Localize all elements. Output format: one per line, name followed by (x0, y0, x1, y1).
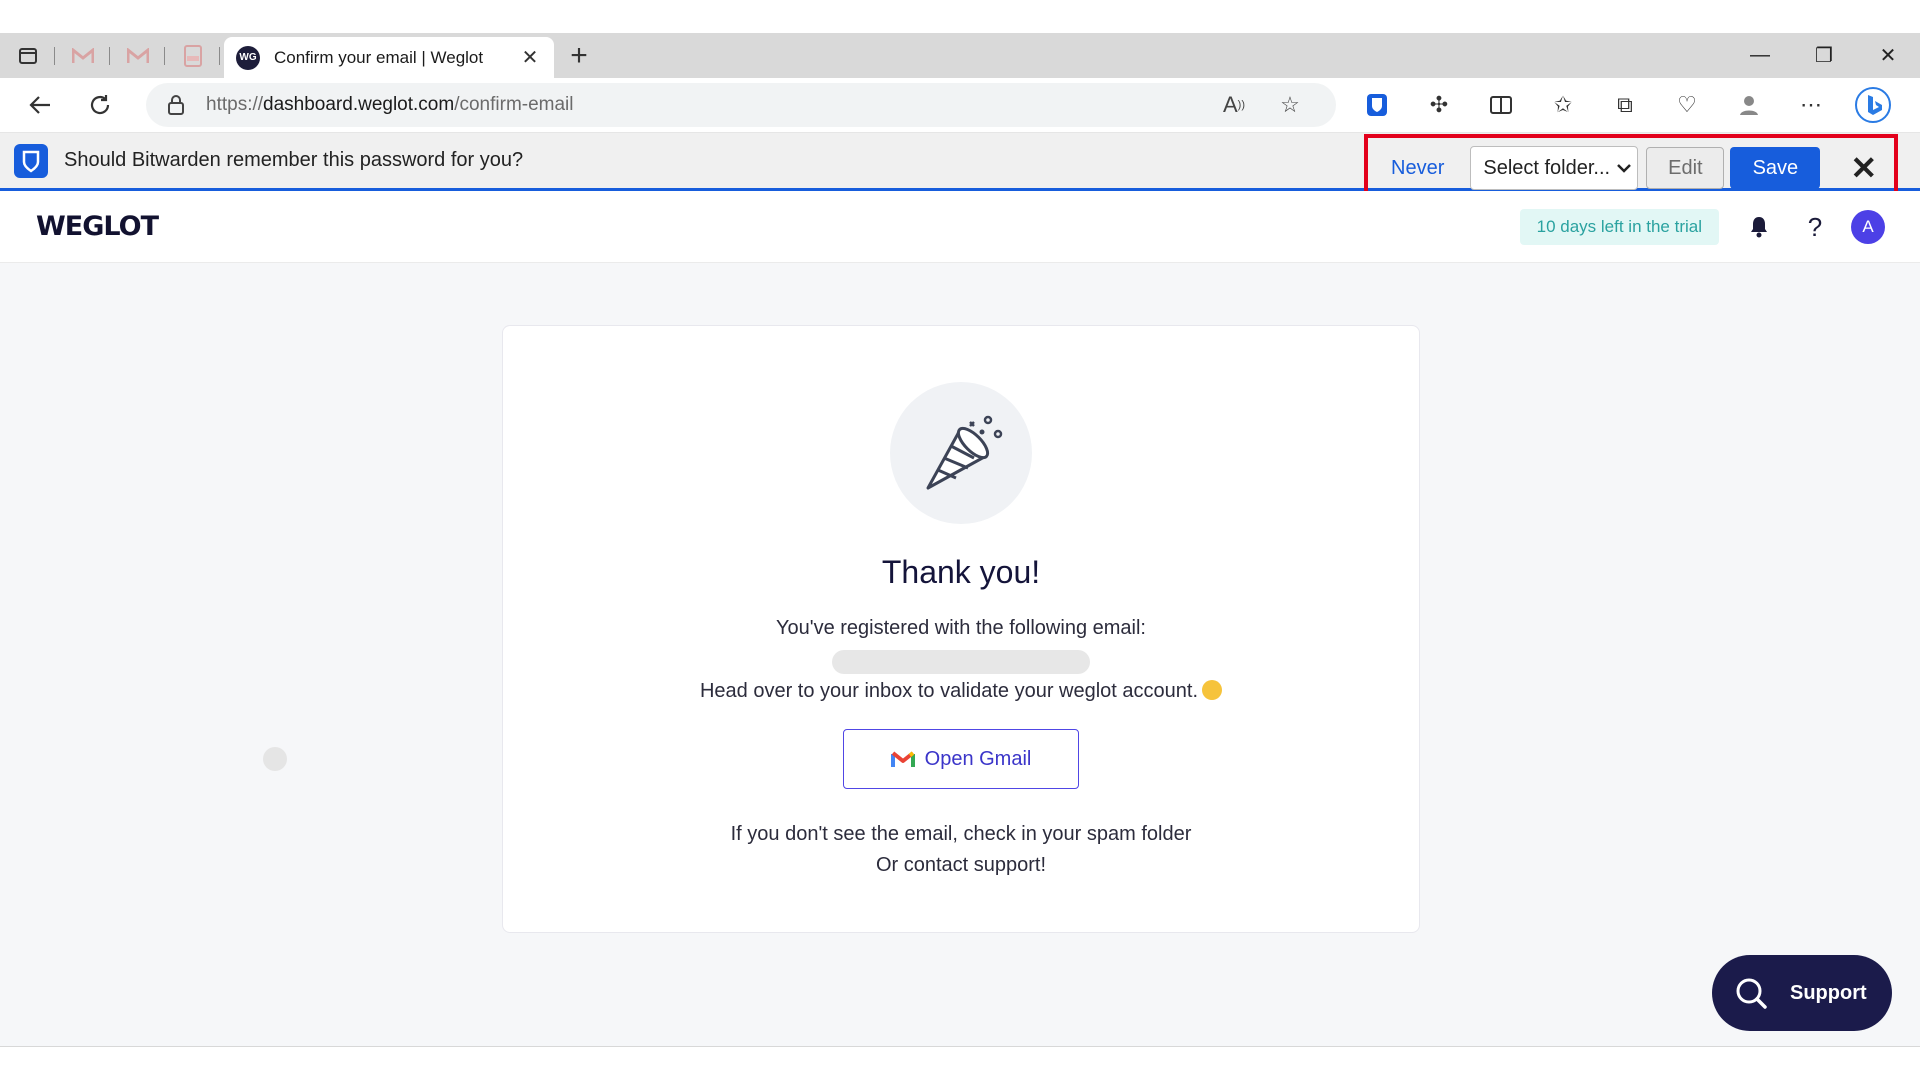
favorite-star-icon[interactable]: ☆ (1262, 92, 1318, 118)
bell-icon[interactable] (1731, 216, 1787, 238)
reload-icon (90, 95, 110, 115)
favorites-icon[interactable]: ✩ (1532, 83, 1594, 127)
reload-button[interactable] (70, 83, 130, 127)
gmail-icon (126, 47, 149, 63)
browser-essentials-icon[interactable]: ♡ (1656, 83, 1718, 127)
close-window-button[interactable]: ✕ (1856, 33, 1920, 78)
header-actions: 10 days left in the trial ? A (1519, 191, 1885, 263)
party-popper-icon (890, 382, 1032, 524)
split-screen-icon[interactable] (1470, 83, 1532, 127)
back-button[interactable] (10, 83, 70, 127)
browser-toolbar: ✣ ✩ ⧉ ♡ ⋯ (1346, 83, 1904, 127)
loading-dot (263, 747, 287, 771)
never-button[interactable]: Never (1391, 157, 1444, 180)
help-icon[interactable]: ? (1787, 212, 1843, 243)
trial-badge[interactable]: 10 days left in the trial (1519, 209, 1719, 245)
tab-confirm-email[interactable]: WG Confirm your email | Weglot ✕ (224, 37, 554, 78)
weglot-logo[interactable]: WEGLOT (36, 211, 159, 242)
new-tab-button[interactable]: + (554, 33, 604, 78)
tab-close-icon[interactable]: ✕ (518, 45, 542, 70)
close-notification-icon[interactable]: ✕ (1850, 149, 1877, 187)
weglot-favicon-icon: WG (236, 45, 260, 70)
smiley-emoji-icon (1202, 680, 1223, 700)
tab-actions-icon (18, 47, 37, 64)
url-text[interactable]: https://dashboard.weglot.com/confirm-ema… (206, 94, 1206, 116)
bing-copilot-icon[interactable] (1842, 83, 1904, 127)
confirm-email-card: Thank you! You've registered with the fo… (502, 325, 1420, 933)
more-menu-icon[interactable]: ⋯ (1780, 83, 1842, 127)
bitwarden-save-password-bar: Should Bitwarden remember this password … (0, 133, 1920, 202)
redacted-email (832, 650, 1090, 674)
support-button[interactable]: Support (1712, 955, 1892, 1031)
extensions-puzzle-icon[interactable]: ✣ (1408, 83, 1470, 127)
spam-folder-text: If you don't see the email, check in you… (730, 823, 1192, 845)
thank-you-heading: Thank you! (881, 554, 1041, 590)
tab-pdf[interactable] (165, 33, 220, 78)
open-gmail-button[interactable]: Open Gmail (843, 729, 1079, 789)
avatar[interactable]: A (1851, 210, 1885, 244)
tab-strip: WG Confirm your email | Weglot ✕ + — ❐ ✕ (0, 33, 1920, 78)
profile-icon[interactable] (1718, 83, 1780, 127)
window-controls: — ❐ ✕ (1728, 33, 1920, 78)
bitwarden-shield-icon (14, 143, 48, 178)
minimize-button[interactable]: — (1728, 33, 1792, 78)
bitwarden-message: Should Bitwarden remember this password … (64, 149, 524, 171)
gmail-icon (890, 751, 915, 767)
read-aloud-icon[interactable]: A)) (1206, 92, 1262, 118)
edit-button[interactable]: Edit (1646, 147, 1725, 189)
weglot-header: WEGLOT 10 days left in the trial ? A (0, 191, 1920, 263)
save-button[interactable]: Save (1730, 147, 1821, 189)
window-top-margin (0, 0, 1920, 33)
contact-support-text[interactable]: Or contact support! (503, 854, 1419, 877)
gmail-icon (71, 47, 94, 63)
address-bar-row: https://dashboard.weglot.com/confirm-ema… (0, 78, 1920, 133)
support-label: Support (1790, 981, 1867, 1004)
registered-text: You've registered with the following ema… (776, 617, 1146, 639)
url-bar[interactable]: https://dashboard.weglot.com/confirm-ema… (146, 83, 1336, 127)
pdf-icon (183, 44, 202, 67)
bitwarden-extension-icon[interactable] (1346, 83, 1408, 127)
search-icon (1736, 978, 1767, 1009)
back-arrow-icon (29, 96, 50, 114)
tab-title: Confirm your email | Weglot (274, 47, 484, 67)
chevron-down-icon (1617, 164, 1632, 173)
tab-gmail-1[interactable] (55, 33, 110, 78)
main-content: Thank you! You've registered with the fo… (0, 263, 1920, 1047)
collections-icon[interactable]: ⧉ (1594, 83, 1656, 127)
tab-gmail-2[interactable] (110, 33, 165, 78)
restore-button[interactable]: ❐ (1792, 33, 1856, 78)
validate-instructions: Head over to your inbox to validate your… (503, 680, 1419, 703)
open-gmail-label: Open Gmail (924, 747, 1032, 770)
folder-select-value: Select folder... (1483, 156, 1611, 179)
lock-icon[interactable] (164, 93, 188, 117)
folder-select[interactable]: Select folder... (1470, 146, 1639, 190)
validate-text: Head over to your inbox to validate your… (699, 680, 1199, 702)
sidebar-toggle-tab[interactable] (0, 33, 55, 78)
